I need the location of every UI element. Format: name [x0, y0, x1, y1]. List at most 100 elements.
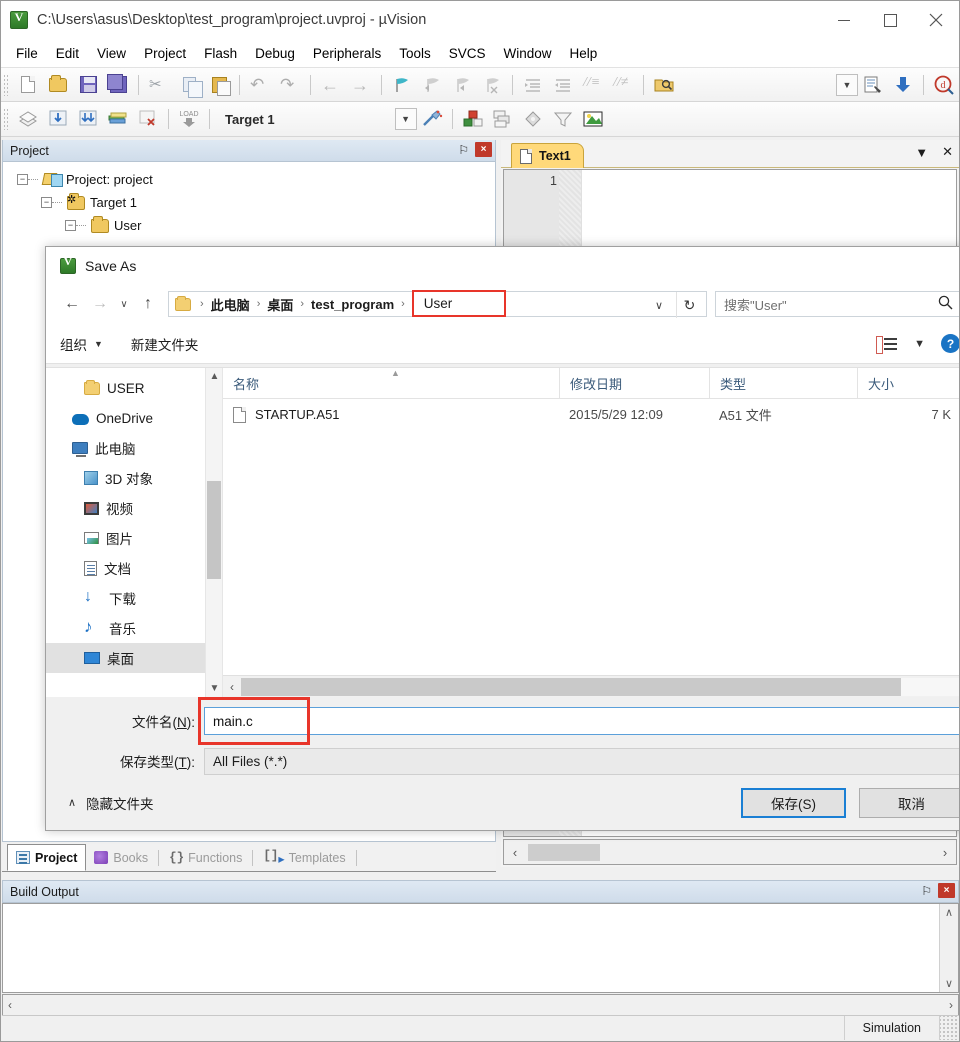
file-name-cell[interactable]: STARTUP.A51 [223, 406, 559, 423]
uncomment-icon[interactable]: //≠ [609, 72, 637, 98]
navigation-pane-scrollbar[interactable]: ▲ ▼ [205, 368, 222, 697]
package-installer-icon[interactable] [579, 106, 607, 132]
bookmark-toggle-icon[interactable] [388, 72, 416, 98]
refresh-icon[interactable]: ↻ [676, 292, 702, 318]
search-icon[interactable] [938, 295, 953, 313]
file-list-horizontal-scrollbar[interactable]: ‹ [223, 675, 959, 697]
column-header-size[interactable]: 大小 [857, 368, 957, 398]
menu-help[interactable]: Help [561, 43, 607, 64]
tree-item-project[interactable]: − Project: project [11, 168, 495, 191]
maximize-button[interactable] [867, 1, 913, 39]
tab-project[interactable]: Project [7, 844, 87, 871]
column-header-type[interactable]: 类型 [709, 368, 857, 398]
minimize-button[interactable] [821, 1, 867, 39]
menu-flash[interactable]: Flash [195, 43, 246, 64]
menu-edit[interactable]: Edit [47, 43, 88, 64]
open-file-icon[interactable] [44, 72, 72, 98]
build-output-horizontal-scrollbar[interactable]: ‹ › [2, 994, 959, 1016]
build-output-content[interactable] [3, 904, 939, 992]
expander-icon[interactable]: − [17, 174, 28, 185]
target-selector-label[interactable]: Target 1 [225, 112, 275, 127]
outdent-icon[interactable] [549, 72, 577, 98]
place-desktop[interactable]: 桌面 [46, 643, 222, 673]
build-output-text[interactable]: ∧ ∨ [2, 903, 959, 993]
place-user[interactable]: USER [46, 373, 222, 403]
pin-icon[interactable]: ⚐ [921, 884, 932, 898]
new-file-icon[interactable] [14, 72, 42, 98]
toolbar-grip[interactable] [3, 108, 10, 130]
scroll-track[interactable] [241, 677, 959, 696]
scroll-thumb[interactable] [241, 677, 901, 696]
menu-tools[interactable]: Tools [390, 43, 440, 64]
column-header-name[interactable]: ▲ 名称 [223, 368, 559, 398]
copy-icon[interactable] [175, 72, 203, 98]
menu-file[interactable]: File [7, 43, 47, 64]
scroll-left-icon[interactable]: ‹ [223, 680, 241, 694]
expander-icon[interactable]: − [65, 220, 76, 231]
navigate-forward-icon[interactable]: → [347, 72, 375, 98]
breadcrumb-segment-user[interactable]: User [411, 290, 507, 317]
save-button[interactable]: 保存(S) [741, 787, 846, 818]
find-in-files-icon[interactable] [650, 72, 678, 98]
bookmark-clear-icon[interactable] [478, 72, 506, 98]
organize-button[interactable]: 组织 ▼ [60, 334, 103, 354]
breadcrumb-chevron-down-icon[interactable]: ∨ [646, 292, 672, 318]
tab-templates[interactable]: []▶ Templates [255, 844, 353, 871]
navigate-back-icon[interactable]: ← [317, 72, 345, 98]
breadcrumb-segment-test-program[interactable]: test_program [311, 297, 394, 312]
place-videos[interactable]: 视频 [46, 493, 222, 523]
target-chevron-down-icon[interactable]: ▼ [394, 108, 417, 130]
multi-project-icon[interactable] [489, 106, 517, 132]
menu-debug[interactable]: Debug [246, 43, 304, 64]
scroll-right-icon[interactable]: › [949, 998, 953, 1012]
editor-close-icon[interactable]: ✕ [942, 144, 953, 160]
breadcrumb-segment-desktop[interactable]: 桌面 [267, 295, 293, 314]
scroll-thumb[interactable] [528, 843, 600, 861]
menu-project[interactable]: Project [135, 43, 195, 64]
scroll-up-icon[interactable]: ∧ [945, 904, 953, 921]
scroll-up-icon[interactable]: ▲ [206, 368, 223, 385]
tab-functions[interactable]: {} Functions [161, 844, 250, 871]
hide-folders-button[interactable]: ∧ 隐藏文件夹 [68, 793, 154, 813]
navigate-forward-icon[interactable]: → [86, 290, 114, 318]
search-input[interactable]: 搜索"User" [715, 291, 959, 317]
batch-build-icon[interactable] [104, 106, 132, 132]
tree-item-user[interactable]: − User [11, 214, 495, 237]
menu-window[interactable]: Window [494, 43, 560, 64]
comment-icon[interactable]: //≡ [579, 72, 607, 98]
filetype-select[interactable]: All Files (*.*) [204, 747, 959, 775]
configure-icon[interactable] [859, 72, 887, 98]
manage-components-icon[interactable] [459, 106, 487, 132]
place-this-pc[interactable]: 此电脑 [46, 433, 222, 463]
save-icon[interactable] [74, 72, 102, 98]
filter-icon[interactable] [549, 106, 577, 132]
breadcrumb-segment-this-pc[interactable]: 此电脑 [211, 295, 250, 314]
build-icon[interactable] [44, 106, 72, 132]
rebuild-icon[interactable] [74, 106, 102, 132]
table-row[interactable]: STARTUP.A51 2015/5/29 12:09 A51 文件 7 K [223, 399, 959, 430]
toolbar-combo-chevron-down-icon[interactable]: ▼ [836, 73, 858, 96]
target-options-icon[interactable] [418, 106, 446, 132]
close-button[interactable] [913, 1, 959, 39]
scroll-thumb[interactable] [207, 481, 221, 579]
project-panel-close-icon[interactable]: × [475, 142, 492, 157]
toolbar-grip[interactable] [3, 73, 10, 96]
bookmark-next-icon[interactable] [448, 72, 476, 98]
expander-icon[interactable]: − [41, 197, 52, 208]
indent-icon[interactable] [519, 72, 547, 98]
column-header-modified[interactable]: 修改日期 [559, 368, 709, 398]
tab-books[interactable]: Books [86, 844, 156, 871]
recent-locations-chevron-down-icon[interactable]: ∨ [114, 290, 134, 318]
navigate-up-icon[interactable]: ↑ [134, 290, 162, 318]
place-documents[interactable]: 文档 [46, 553, 222, 583]
place-music[interactable]: ♪ 音乐 [46, 613, 222, 643]
pin-icon[interactable]: ⚐ [458, 143, 469, 157]
redo-icon[interactable]: ↷ [276, 72, 304, 98]
build-output-close-icon[interactable]: × [938, 883, 955, 898]
place-pictures[interactable]: 图片 [46, 523, 222, 553]
stop-build-icon[interactable] [134, 106, 162, 132]
breadcrumb[interactable]: › 此电脑 › 桌面 › test_program › User ∨ ↻ [168, 290, 707, 318]
filename-input[interactable]: main.c [204, 707, 959, 735]
cut-icon[interactable]: ✂ [145, 72, 173, 98]
download-icon[interactable] [889, 72, 917, 98]
